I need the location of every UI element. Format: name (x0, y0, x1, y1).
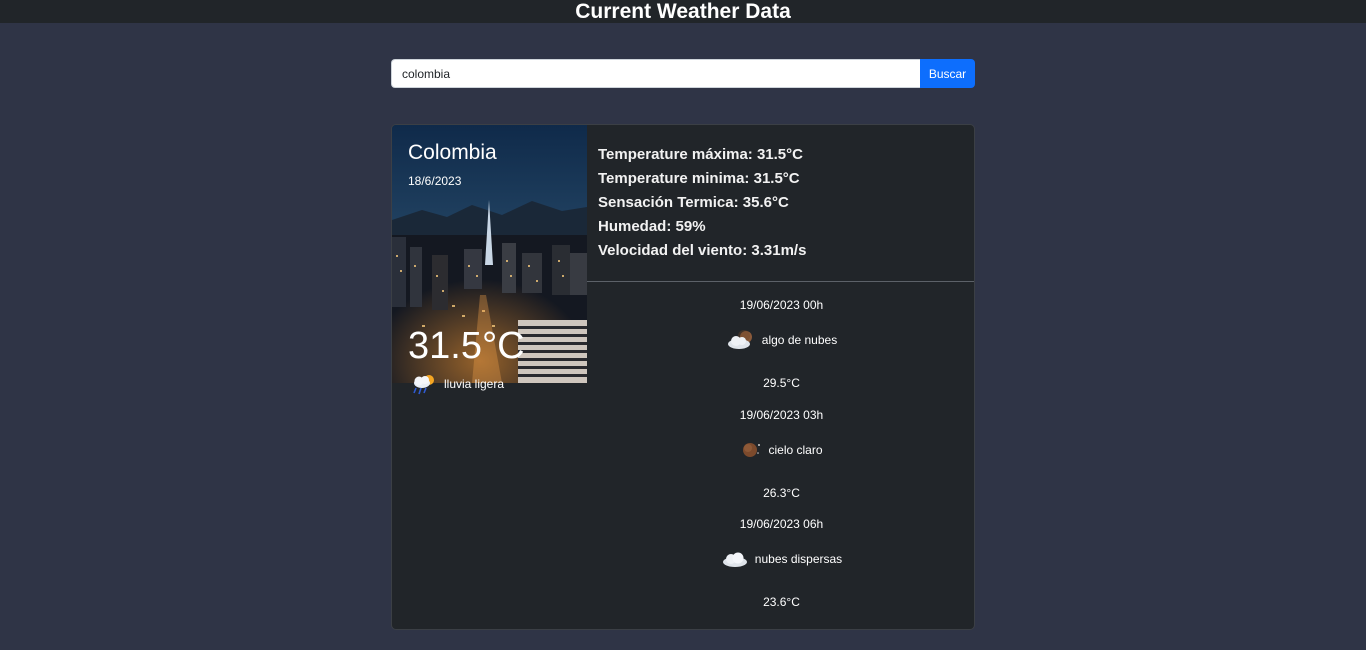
forecast-description: cielo claro (768, 442, 823, 457)
current-date: 18/6/2023 (408, 174, 462, 188)
search-bar: Buscar (391, 59, 975, 88)
current-condition: lluvia ligera (410, 373, 504, 395)
city-panel: Colombia 18/6/2023 31.5°C (392, 125, 587, 383)
top-bar: Current Weather Data (0, 0, 1366, 23)
divider (587, 281, 974, 282)
forecast-condition: algo de nubes (587, 322, 974, 358)
min-temperature: Temperature minima: 31.5°C (598, 170, 800, 187)
search-button[interactable]: Buscar (920, 59, 975, 88)
forecast-item: 19/06/2023 03h cielo claro 26.3°C (587, 403, 974, 513)
forecast-time: 19/06/2023 06h (739, 517, 824, 531)
page-title: Current Weather Data (575, 0, 791, 23)
current-description: lluvia ligera (444, 377, 505, 391)
forecast-description: nubes dispersas (754, 552, 843, 566)
max-temperature: Temperature máxima: 31.5°C (598, 146, 803, 163)
forecast-condition: nubes dispersas (587, 541, 974, 577)
weather-stats: Temperature máxima: 31.5°C Temperature m… (598, 143, 968, 263)
partly-cloudy-night-icon (726, 329, 756, 351)
feels-like: Sensación Termica: 35.6°C (598, 194, 789, 211)
forecast-temperature: 23.6°C (763, 595, 800, 609)
forecast-temperature: 29.5°C (763, 376, 800, 390)
clear-night-icon (740, 439, 762, 461)
search-input[interactable] (391, 59, 920, 88)
cloud-icon (721, 549, 749, 569)
forecast-temperature: 26.3°C (763, 485, 800, 500)
forecast-time: 19/06/2023 00h (739, 298, 824, 312)
weather-card: Colombia 18/6/2023 31.5°C lluvia ligera … (391, 124, 975, 630)
wind-speed: Velocidad del viento: 3.31m/s (598, 242, 807, 259)
forecast-item: 19/06/2023 06h nubes dispersas 23.6°C (587, 512, 974, 622)
forecast-list: 19/06/2023 00h algo de nubes 29.5°C 19/0… (587, 293, 974, 622)
forecast-condition: cielo claro (587, 432, 974, 468)
rain-sun-icon (410, 372, 438, 396)
forecast-item: 19/06/2023 00h algo de nubes 29.5°C (587, 293, 974, 403)
current-temperature: 31.5°C (408, 325, 525, 367)
humidity: Humedad: 59% (598, 218, 706, 235)
city-name: Colombia (408, 141, 497, 164)
forecast-description: algo de nubes (761, 333, 838, 347)
forecast-time: 19/06/2023 03h (739, 407, 824, 422)
